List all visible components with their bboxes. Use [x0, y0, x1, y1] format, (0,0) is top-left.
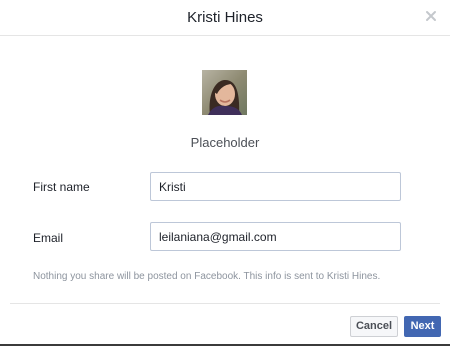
signup-dialog: Kristi Hines Placeholder First name Kris… — [0, 0, 450, 346]
cancel-button[interactable]: Cancel — [350, 316, 398, 337]
email-label: Email — [33, 231, 64, 245]
avatar — [202, 70, 247, 115]
close-icon — [426, 11, 436, 21]
dialog-title: Kristi Hines — [187, 9, 263, 26]
email-field[interactable] — [150, 222, 401, 251]
next-button[interactable]: Next — [404, 316, 441, 337]
first-name-field[interactable] — [150, 172, 401, 201]
footer-divider — [10, 303, 440, 304]
privacy-notice: Nothing you share will be posted on Face… — [33, 271, 381, 282]
first-name-label: First name — [33, 180, 90, 194]
profile-placeholder-label: Placeholder — [190, 135, 260, 150]
dialog-header: Kristi Hines — [0, 0, 450, 36]
close-button[interactable] — [424, 9, 438, 23]
